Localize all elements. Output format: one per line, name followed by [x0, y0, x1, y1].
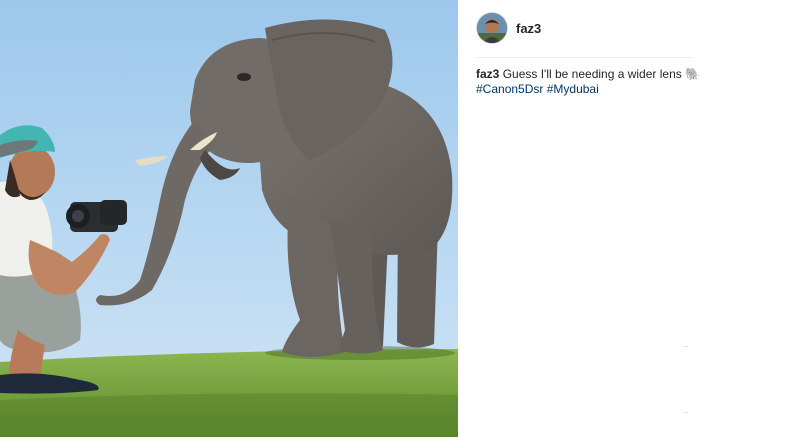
post-photo[interactable] — [0, 0, 458, 437]
photo-image — [0, 19, 458, 437]
post-caption: faz3 Guess I'll be needing a wider lens … — [476, 67, 706, 97]
post-username[interactable]: faz3 — [516, 21, 541, 36]
avatar-image — [477, 13, 507, 43]
scroll-tick — [683, 412, 688, 413]
post-sidebar: faz3 faz3 Guess I'll be needing a wider … — [459, 0, 800, 437]
avatar[interactable] — [476, 12, 508, 44]
elephant-emoji-icon: 🐘 — [685, 67, 701, 81]
post-header: faz3 — [476, 12, 541, 44]
caption-username[interactable]: faz3 — [476, 67, 499, 81]
caption-text: Guess I'll be needing a wider lens — [502, 67, 682, 81]
hashtag-link[interactable]: #Canon5Dsr — [476, 82, 543, 96]
scroll-tick — [683, 346, 688, 347]
header-divider — [476, 57, 694, 58]
hashtag-link[interactable]: #Mydubai — [547, 82, 599, 96]
